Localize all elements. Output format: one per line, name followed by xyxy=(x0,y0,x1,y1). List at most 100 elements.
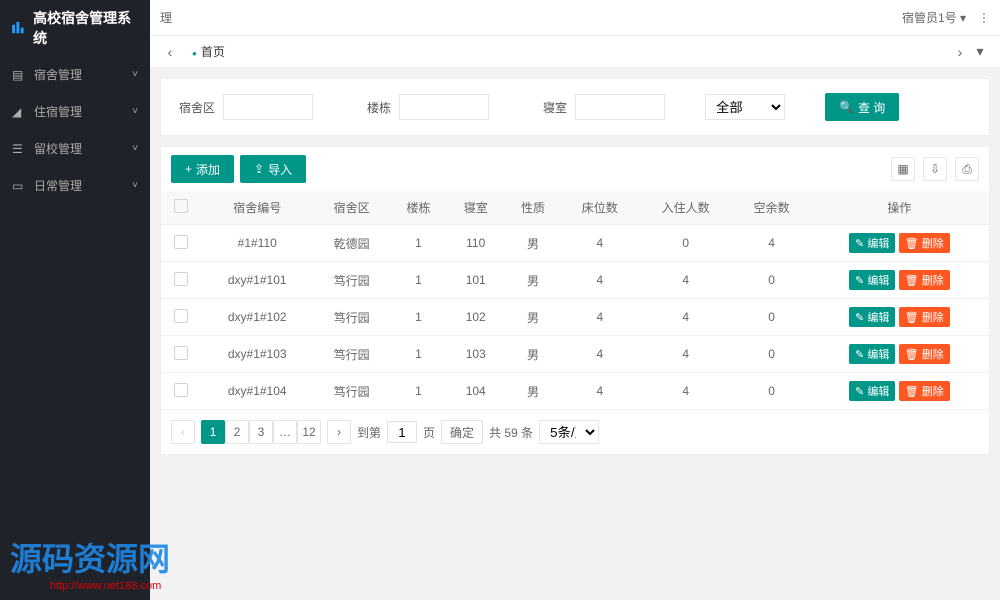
search-icon: 🔍 xyxy=(839,100,854,114)
user-dropdown[interactable]: 宿管员1号 ▾ xyxy=(902,9,966,26)
edit-button[interactable]: ✎ 编辑 xyxy=(849,381,895,401)
file-icon: ▤ xyxy=(12,68,26,82)
cell-free: 4 xyxy=(733,225,809,262)
import-button[interactable]: ⇪导入 xyxy=(240,155,306,183)
cell-area: 笃行园 xyxy=(313,262,389,299)
add-button[interactable]: +添加 xyxy=(171,155,234,183)
edit-button[interactable]: ✎ 编辑 xyxy=(849,233,895,253)
laptop-icon: ▭ xyxy=(12,179,26,193)
table-card: +添加 ⇪导入 ▦ ⇩ ⎙ 宿舍编号宿舍区楼栋寝室性质床位数入住人数空余数操作 xyxy=(160,146,990,455)
cell-occupied: 4 xyxy=(638,336,733,373)
export-icon[interactable]: ⇩ xyxy=(923,157,947,181)
plus-icon: + xyxy=(185,162,192,176)
app-title: 高校宿舍管理系统 xyxy=(33,8,140,48)
book-icon: ☰ xyxy=(12,142,26,156)
goto-input[interactable] xyxy=(387,421,417,443)
page-2[interactable]: 2 xyxy=(225,420,249,444)
chevron-down-icon: ˅ xyxy=(132,106,138,117)
edit-button[interactable]: ✎ 编辑 xyxy=(849,344,895,364)
cell-area: 笃行园 xyxy=(313,299,389,336)
cell-gender: 男 xyxy=(504,262,561,299)
row-checkbox[interactable] xyxy=(174,235,188,249)
row-checkbox[interactable] xyxy=(174,309,188,323)
row-checkbox[interactable] xyxy=(174,346,188,360)
delete-button[interactable]: 🗑 删除 xyxy=(899,381,950,401)
delete-button[interactable]: 🗑 删除 xyxy=(899,307,950,327)
cell-free: 0 xyxy=(733,336,809,373)
page-1[interactable]: 1 xyxy=(201,420,225,444)
app-logo: 高校宿舍管理系统 xyxy=(0,0,150,56)
row-checkbox[interactable] xyxy=(174,272,188,286)
column-header: 宿舍区 xyxy=(313,191,389,225)
page-12[interactable]: 12 xyxy=(297,420,321,444)
tabs-bar: ‹ 首页 › ▾ xyxy=(150,36,1000,68)
cell-free: 0 xyxy=(733,262,809,299)
select-all-checkbox[interactable] xyxy=(174,199,188,213)
goto-label: 到第 xyxy=(357,424,381,441)
more-icon[interactable]: ⋮ xyxy=(978,11,990,25)
edit-button[interactable]: ✎ 编辑 xyxy=(849,270,895,290)
delete-button[interactable]: 🗑 删除 xyxy=(899,270,950,290)
table-row: dxy#1#104 笃行园 1 104 男 4 4 0 ✎ 编辑 🗑 删除 xyxy=(161,373,989,410)
column-header: 性质 xyxy=(504,191,561,225)
cell-id: dxy#1#103 xyxy=(201,336,313,373)
page-prev[interactable]: ‹ xyxy=(171,420,195,444)
column-header: 床位数 xyxy=(562,191,638,225)
filter-building-label: 楼栋 xyxy=(353,99,391,116)
sidebar-item-2[interactable]: ☰留校管理˅ xyxy=(0,130,150,167)
cell-id: dxy#1#102 xyxy=(201,299,313,336)
delete-button[interactable]: 🗑 删除 xyxy=(899,233,950,253)
column-header: 空余数 xyxy=(733,191,809,225)
page-3[interactable]: 3 xyxy=(249,420,273,444)
page-next[interactable]: › xyxy=(327,420,351,444)
menu-toggle[interactable]: 理 xyxy=(160,9,902,26)
sidebar: 高校宿舍管理系统 ▤宿舍管理˅◢住宿管理˅☰留校管理˅▭日常管理˅ xyxy=(0,0,150,600)
filter-building-input[interactable] xyxy=(399,94,489,120)
cell-building: 1 xyxy=(390,373,447,410)
cell-free: 0 xyxy=(733,373,809,410)
column-header: 寝室 xyxy=(447,191,504,225)
print-icon[interactable]: ⎙ xyxy=(955,157,979,181)
delete-button[interactable]: 🗑 删除 xyxy=(899,344,950,364)
per-page-select[interactable]: 5条/页 xyxy=(539,420,599,444)
cell-id: #1#110 xyxy=(201,225,313,262)
row-checkbox[interactable] xyxy=(174,383,188,397)
sidebar-item-0[interactable]: ▤宿舍管理˅ xyxy=(0,56,150,93)
sidebar-item-label: 住宿管理 xyxy=(34,103,82,120)
cell-beds: 4 xyxy=(562,373,638,410)
tab-home[interactable]: 首页 xyxy=(180,39,237,64)
cell-beds: 4 xyxy=(562,225,638,262)
cell-building: 1 xyxy=(390,225,447,262)
tab-prev-icon[interactable]: ‹ xyxy=(160,44,180,60)
cell-building: 1 xyxy=(390,336,447,373)
cell-occupied: 4 xyxy=(638,299,733,336)
search-button[interactable]: 🔍 查 询 xyxy=(825,93,899,121)
cell-area: 乾德园 xyxy=(313,225,389,262)
cell-area: 笃行园 xyxy=(313,373,389,410)
cell-occupied: 0 xyxy=(638,225,733,262)
filter-area-input[interactable] xyxy=(223,94,313,120)
edit-button[interactable]: ✎ 编辑 xyxy=(849,307,895,327)
tab-next-icon[interactable]: › xyxy=(950,44,970,60)
page-unit: 页 xyxy=(423,424,435,441)
filter-all-select[interactable]: 全部 xyxy=(705,94,785,120)
header: 理 宿管员1号 ▾ ⋮ xyxy=(150,0,1000,36)
cell-room: 104 xyxy=(447,373,504,410)
cell-occupied: 4 xyxy=(638,373,733,410)
logo-icon xyxy=(10,19,27,37)
cell-room: 103 xyxy=(447,336,504,373)
columns-icon[interactable]: ▦ xyxy=(891,157,915,181)
sidebar-item-3[interactable]: ▭日常管理˅ xyxy=(0,167,150,204)
filter-panel: 宿舍区 楼栋 寝室 全部 🔍 查 询 xyxy=(160,78,990,136)
tab-menu-icon[interactable]: ▾ xyxy=(970,43,990,60)
cell-gender: 男 xyxy=(504,299,561,336)
sidebar-item-1[interactable]: ◢住宿管理˅ xyxy=(0,93,150,130)
cell-occupied: 4 xyxy=(638,262,733,299)
page-…: … xyxy=(273,420,297,444)
goto-confirm[interactable]: 确定 xyxy=(441,420,483,444)
filter-room-input[interactable] xyxy=(575,94,665,120)
column-header: 宿舍编号 xyxy=(201,191,313,225)
cell-gender: 男 xyxy=(504,373,561,410)
cell-room: 101 xyxy=(447,262,504,299)
filter-area-label: 宿舍区 xyxy=(177,99,215,116)
